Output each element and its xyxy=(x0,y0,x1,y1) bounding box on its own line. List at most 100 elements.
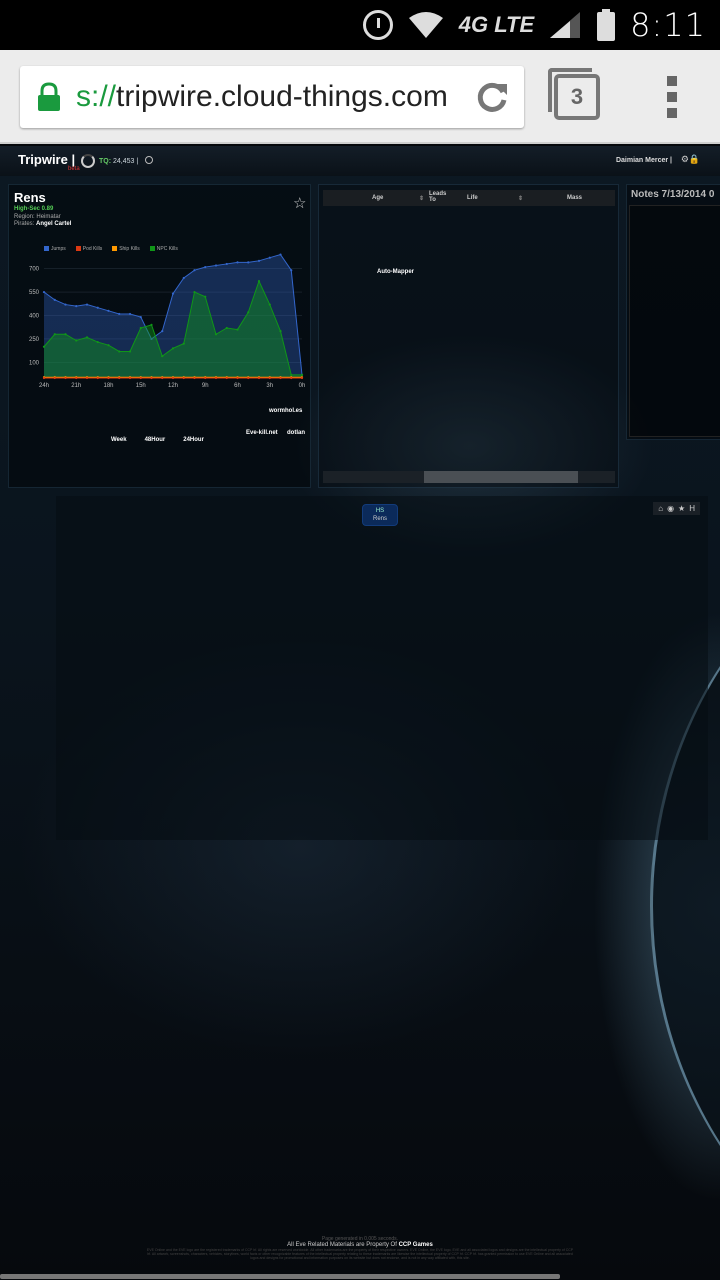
data-point-jumps xyxy=(85,303,89,306)
dotlan-link[interactable]: dotlan xyxy=(287,430,305,436)
data-point-npc-kills xyxy=(247,311,250,314)
data-point-pod-kills xyxy=(204,376,207,380)
week-link[interactable]: Week xyxy=(111,437,127,443)
map-system-node[interactable]: HS Rens xyxy=(362,504,398,526)
favorite-star-icon[interactable]: ☆ xyxy=(293,194,306,212)
data-point-jumps xyxy=(96,306,99,309)
data-point-npc-kills xyxy=(96,340,99,344)
data-point-jumps xyxy=(214,264,218,267)
gear-icon[interactable]: ⚙ xyxy=(681,154,689,165)
browser-toolbar: s://tripwire.cloud-things.com 3 xyxy=(0,50,720,144)
24hour-link[interactable]: 24Hour xyxy=(183,437,204,443)
data-point-npc-kills xyxy=(150,323,153,326)
scrollbar-thumb[interactable] xyxy=(424,471,578,483)
data-point-jumps xyxy=(107,309,110,312)
home-icon[interactable]: ⌂ xyxy=(658,504,663,513)
y-tick-label: 550 xyxy=(29,290,40,296)
x-tick-label: 21h xyxy=(71,383,81,389)
sort-icon: ⇕ xyxy=(518,195,524,202)
url-text[interactable]: s://tripwire.cloud-things.com xyxy=(76,80,466,114)
data-point-jumps xyxy=(193,269,196,272)
overflow-menu-icon[interactable] xyxy=(664,76,680,118)
period-links: Week 48Hour 24Hour xyxy=(111,437,204,443)
legend-jumps: Jumps xyxy=(44,246,66,252)
data-point-jumps xyxy=(42,290,46,294)
y-tick-label: 250 xyxy=(29,337,40,343)
x-tick-label: 0h xyxy=(299,383,306,389)
signatures-table-header: Age ⇕ Life ⇕ Mass xyxy=(323,190,615,206)
data-point-jumps xyxy=(257,259,261,262)
col-age[interactable]: Age xyxy=(372,195,383,201)
node-class: HS xyxy=(375,508,385,514)
tab-switcher-button[interactable]: 3 xyxy=(548,68,600,120)
data-point-npc-kills xyxy=(128,350,132,353)
data-point-jumps xyxy=(279,253,282,256)
reload-icon[interactable] xyxy=(476,80,510,114)
data-point-jumps xyxy=(225,262,228,266)
data-point-jumps xyxy=(236,261,239,264)
lock-icon[interactable]: 🔒 xyxy=(689,154,700,165)
data-point-jumps xyxy=(290,269,293,272)
alarm-icon xyxy=(362,10,393,40)
data-point-jumps xyxy=(182,276,185,280)
user-name[interactable]: Daimian Mercer | xyxy=(616,157,672,164)
col-mass[interactable]: Mass xyxy=(567,195,582,201)
data-point-jumps xyxy=(118,312,121,316)
data-point-pod-kills xyxy=(290,376,293,380)
col-life[interactable]: Life xyxy=(467,195,478,201)
eye-icon[interactable]: ◉ xyxy=(667,504,674,513)
data-point-pod-kills xyxy=(214,376,218,380)
web-page: Tripwire | beta TQ: 24,453 | Daimian Mer… xyxy=(0,146,720,1280)
map-tool-label[interactable]: H xyxy=(689,504,695,513)
data-point-npc-kills xyxy=(42,345,46,348)
auto-mapper-label[interactable]: Auto-Mapper xyxy=(377,269,414,275)
app-header: Tripwire | beta TQ: 24,453 | Daimian Mer… xyxy=(0,146,720,176)
search-icon[interactable] xyxy=(145,156,153,164)
data-point-jumps xyxy=(204,265,207,269)
data-point-pod-kills xyxy=(257,376,261,380)
data-point-npc-kills xyxy=(118,350,121,353)
data-point-jumps xyxy=(64,303,67,306)
data-point-jumps xyxy=(139,315,142,319)
data-point-pod-kills xyxy=(139,376,142,380)
page-scrollbar[interactable] xyxy=(0,1274,560,1279)
data-point-pod-kills xyxy=(225,376,228,380)
wormholes-link[interactable]: wormhol.es xyxy=(269,408,302,414)
data-point-jumps xyxy=(161,330,164,333)
data-point-pod-kills xyxy=(247,376,250,380)
network-type: 4G LTE xyxy=(458,12,535,37)
x-tick-label: 24h xyxy=(39,383,49,389)
page-footer: Page generated in 0.005 seconds. All Eve… xyxy=(0,1236,720,1260)
clock: 8:11 xyxy=(630,6,706,44)
data-point-pod-kills xyxy=(96,376,99,380)
data-point-pod-kills xyxy=(236,376,239,380)
loading-spinner-icon xyxy=(81,154,95,168)
beta-label: beta xyxy=(68,166,80,172)
data-point-npc-kills xyxy=(75,339,78,342)
evekill-link[interactable]: Eve-kill.net xyxy=(246,430,278,436)
node-name: Rens xyxy=(372,516,387,522)
star-icon[interactable]: ★ xyxy=(678,504,685,513)
data-point-pod-kills xyxy=(128,376,132,380)
wifi-icon xyxy=(408,12,443,38)
activity-chart: Jumps Pod Kills Ship Kills NPC Kills 700… xyxy=(9,243,312,393)
legend-ship-kills: Ship Kills xyxy=(112,246,140,252)
address-bar[interactable]: s://tripwire.cloud-things.com xyxy=(20,66,524,128)
data-point-pod-kills xyxy=(85,376,89,380)
app-logo[interactable]: Tripwire | xyxy=(18,152,75,167)
48hour-link[interactable]: 48Hour xyxy=(145,437,166,443)
notes-editor[interactable] xyxy=(629,205,720,437)
chain-map-panel[interactable]: HS Rens ⌂ ◉ ★ H xyxy=(56,496,708,840)
data-point-jumps xyxy=(53,298,56,301)
data-point-jumps xyxy=(128,312,132,316)
data-point-pod-kills xyxy=(64,376,67,380)
y-tick-label: 400 xyxy=(29,314,40,320)
data-point-npc-kills xyxy=(161,355,164,358)
data-point-npc-kills xyxy=(139,326,142,330)
chart-plot: 700 550 400 250 100 24h 21h 18h 15h 12h 9h 6h 3h 0h xyxy=(29,253,306,389)
horizontal-scrollbar[interactable] xyxy=(323,471,615,483)
data-point-pod-kills xyxy=(118,376,121,380)
col-leads-to[interactable]: Leads To xyxy=(429,191,453,203)
legend-npc-kills: NPC Kills xyxy=(149,246,178,252)
x-tick-label: 3h xyxy=(266,383,273,389)
